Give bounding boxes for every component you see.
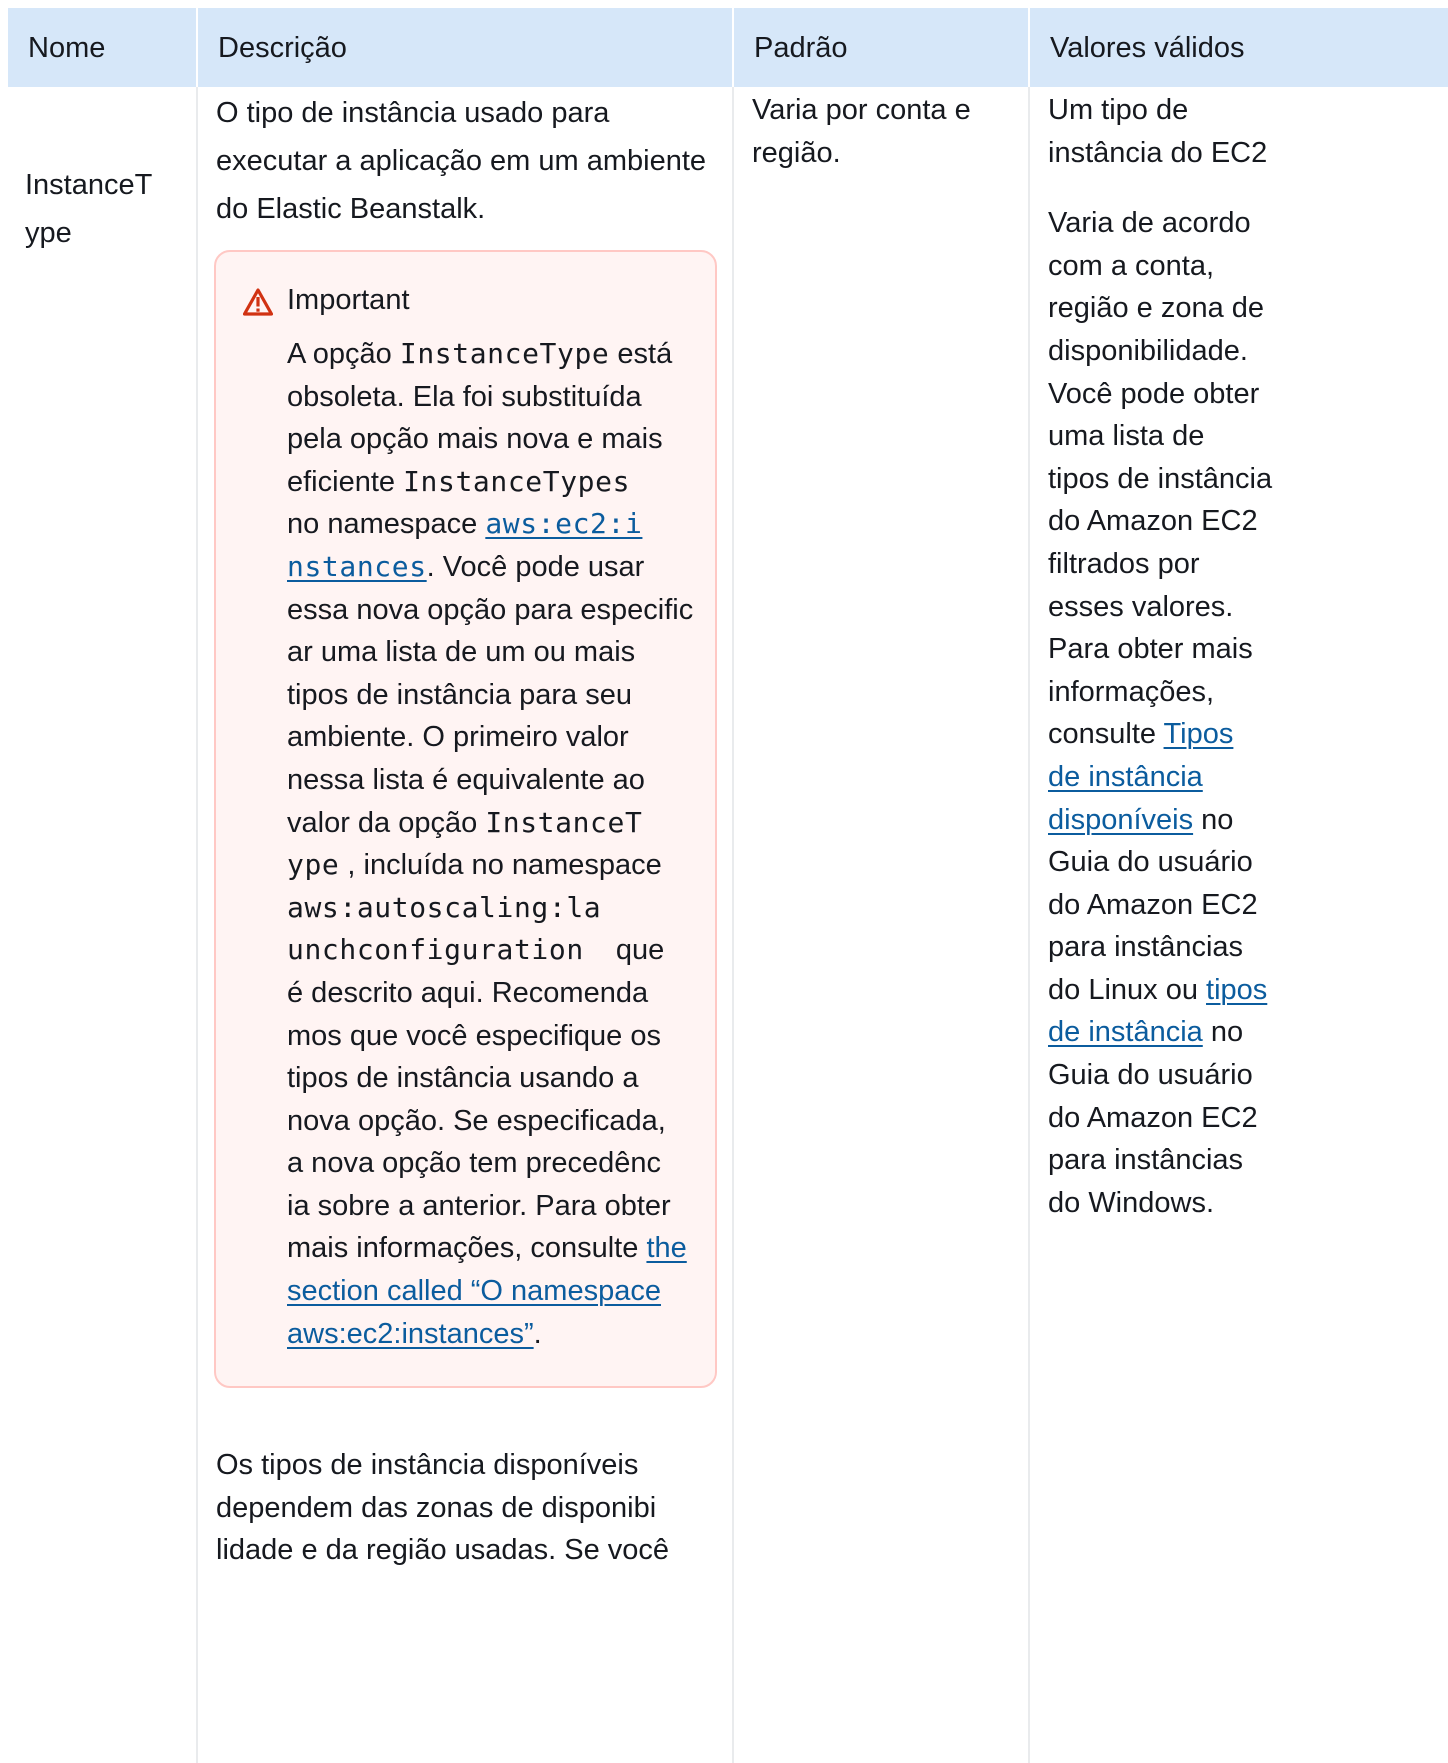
important-body: A opção InstanceType está obsoleta. Ela … — [287, 337, 694, 1350]
default-line: região. — [752, 136, 841, 169]
description-line: O tipo de instância usado para — [216, 97, 610, 129]
inline-code: ype — [287, 848, 340, 882]
header-cell-name: Nome — [8, 8, 196, 87]
description-line: Os tipos de instância disponíveis — [216, 1449, 639, 1481]
name-cell: InstanceT ype — [25, 161, 195, 257]
aws-ec2-instances-link[interactable]: aws:ec2:i — [485, 507, 642, 540]
windows-instance-types-link[interactable]: de instância — [1048, 1016, 1203, 1048]
column-divider — [732, 87, 734, 1763]
description-line: executar a aplicação em um ambiente — [216, 145, 707, 177]
inline-code: InstanceType — [399, 337, 610, 370]
inline-code: InstanceTypes — [403, 464, 631, 498]
header-default-label: Padrão — [754, 32, 848, 64]
warning-triangle-icon — [243, 288, 273, 316]
valid-line: instância do EC2 — [1048, 136, 1268, 169]
name-line: InstanceT — [25, 169, 153, 201]
header-description-label: Descrição — [218, 32, 347, 64]
default-cell: Varia por conta e região. — [752, 89, 1022, 174]
instance-types-available-link[interactable]: Tipos — [1164, 718, 1234, 750]
instance-types-available-link[interactable]: disponíveis — [1048, 804, 1193, 836]
section-aws-ec2-instances-link[interactable]: section called “O namespace — [287, 1275, 661, 1307]
description-cell: O tipo de instância usado para executar … — [216, 89, 726, 233]
aws-ec2-instances-link[interactable]: nstances — [287, 550, 427, 583]
header-cell-description: Descrição — [198, 8, 732, 87]
column-divider — [1028, 87, 1030, 1763]
windows-instance-types-link[interactable]: tipos — [1206, 974, 1267, 1006]
inline-code: aws:autoscaling:la — [287, 890, 602, 924]
description-line: lidade e da região usadas. Se você — [216, 1534, 670, 1567]
instance-types-available-link[interactable]: de instância — [1048, 761, 1203, 793]
name-line: ype — [25, 217, 72, 249]
valid-values-cell: Um tipo de instância do EC2 Varia de aco… — [1048, 89, 1444, 1224]
valid-line: Um tipo de — [1048, 94, 1189, 126]
column-divider — [196, 87, 198, 1763]
description-line: dependem das zonas de disponibi — [216, 1491, 657, 1524]
important-title: Important — [287, 284, 410, 316]
default-line: Varia por conta e — [752, 94, 971, 126]
inline-code: unchconfiguration — [287, 933, 584, 967]
section-aws-ec2-instances-link[interactable]: the — [646, 1232, 686, 1264]
section-aws-ec2-instances-link[interactable]: aws:ec2:instances” — [287, 1318, 534, 1350]
description-line: do Elastic Beanstalk. — [216, 193, 486, 225]
header-cell-valid-values: Valores válidos — [1030, 8, 1448, 87]
header-name-label: Nome — [28, 32, 106, 64]
description-after-callout: Os tipos de instância disponíveis depend… — [216, 1444, 726, 1572]
header-cell-default: Padrão — [734, 8, 1028, 87]
inline-code: InstanceT — [485, 805, 643, 839]
header-valid-values-label: Valores válidos — [1050, 32, 1245, 64]
